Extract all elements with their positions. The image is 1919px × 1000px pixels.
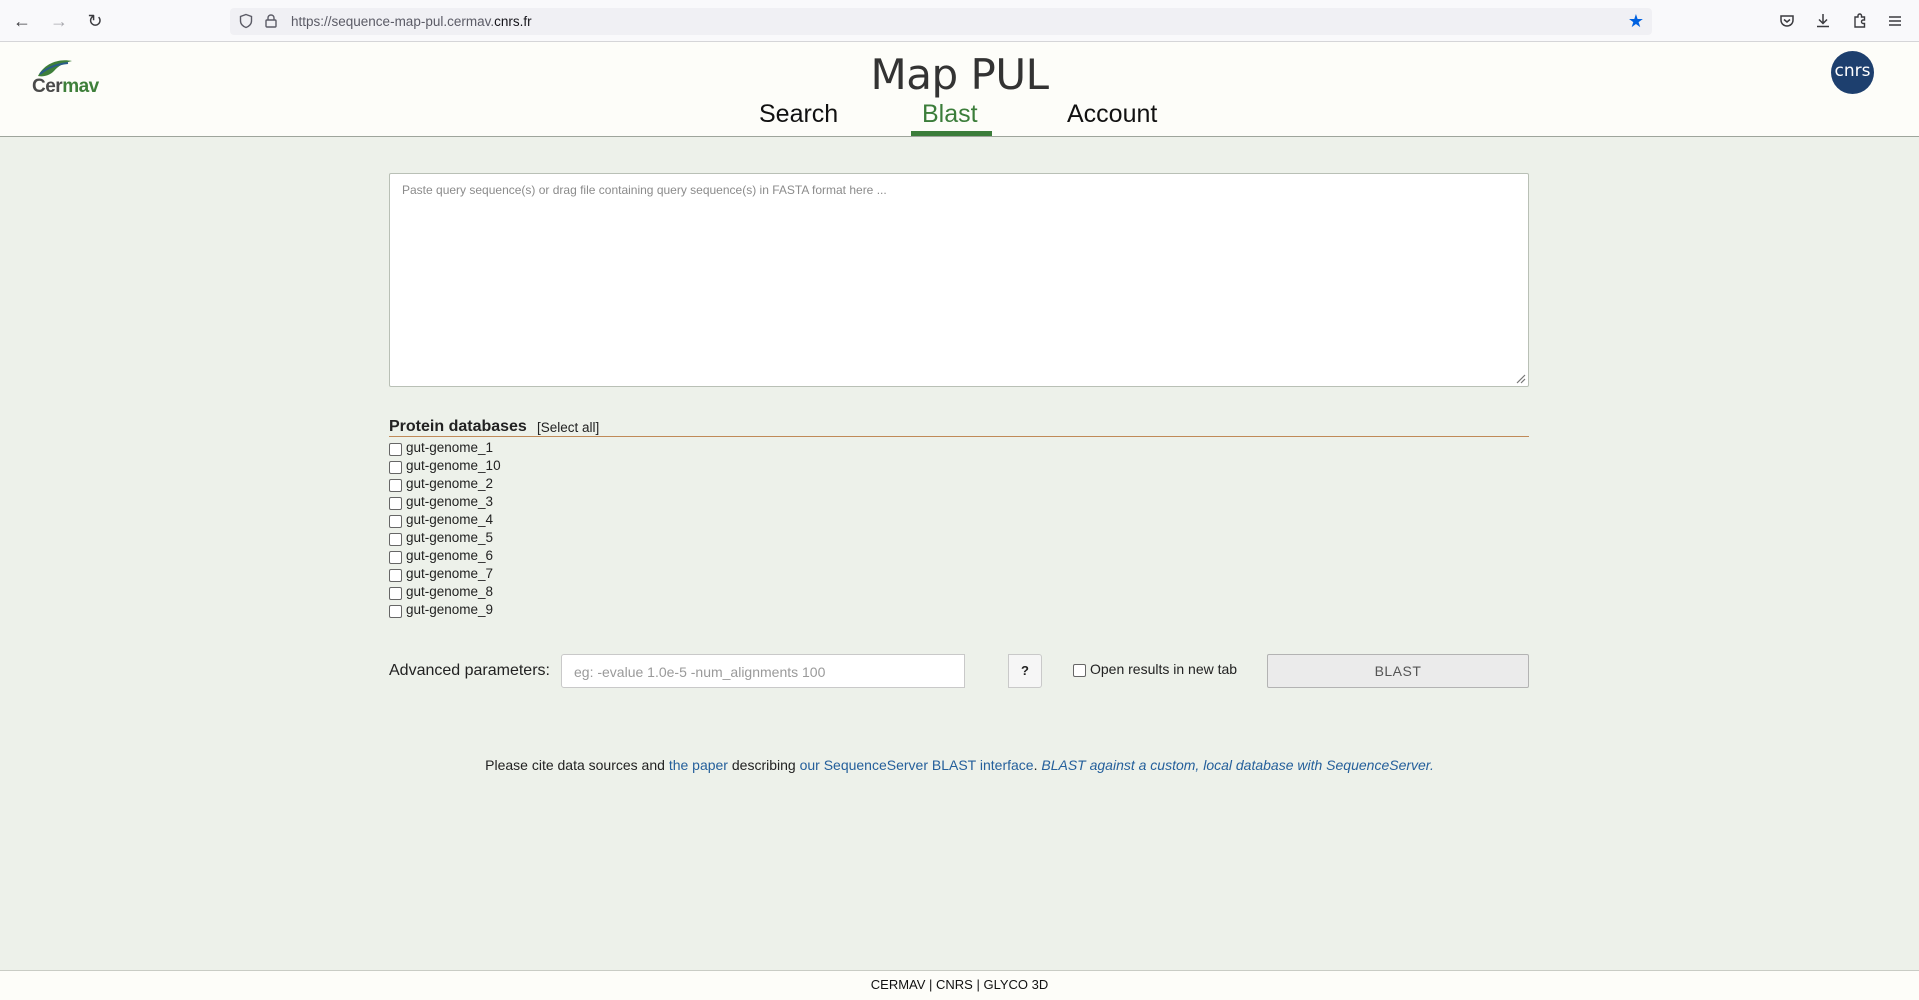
database-checkbox[interactable] xyxy=(389,479,402,492)
site-footer: CERMAV | CNRS | GLYCO 3D xyxy=(0,970,1919,1000)
tab-blast[interactable]: Blast xyxy=(922,100,978,129)
query-sequence-textarea[interactable]: Paste query sequence(s) or drag file con… xyxy=(389,173,1529,387)
footer-text: CERMAV | CNRS | GLYCO 3D xyxy=(870,977,1049,992)
extensions-icon[interactable] xyxy=(1850,11,1870,31)
forward-icon[interactable]: → xyxy=(49,11,69,31)
database-checkbox[interactable] xyxy=(389,461,402,474)
shield-icon[interactable] xyxy=(238,13,254,29)
back-icon[interactable]: ← xyxy=(12,11,32,31)
url-text: https://sequence-map-pul.cermav.cnrs.fr xyxy=(291,14,532,29)
database-checkbox[interactable] xyxy=(389,533,402,546)
select-all-link[interactable]: [Select all] xyxy=(537,420,599,435)
blast-button[interactable]: BLAST xyxy=(1267,654,1529,688)
advanced-parameters-label: Advanced parameters: xyxy=(389,662,550,679)
sequenceserver-link[interactable]: our SequenceServer BLAST interface xyxy=(800,757,1034,773)
bookmark-star-icon[interactable]: ★ xyxy=(1628,11,1644,31)
database-label: gut-genome_4 xyxy=(406,512,494,527)
advanced-parameters-input[interactable]: eg: -evalue 1.0e-5 -num_alignments 100 xyxy=(561,654,965,688)
address-bar[interactable]: https://sequence-map-pul.cermav.cnrs.fr … xyxy=(230,8,1652,35)
open-new-tab-label[interactable]: Open results in new tab xyxy=(1090,661,1237,677)
database-checkbox[interactable] xyxy=(389,497,402,510)
database-title: Protein databases xyxy=(389,418,527,435)
reload-icon[interactable]: ↻ xyxy=(85,11,105,31)
database-label: gut-genome_6 xyxy=(406,548,494,563)
active-tab-indicator xyxy=(911,131,992,136)
database-checkbox[interactable] xyxy=(389,515,402,528)
resize-grip-icon[interactable] xyxy=(1514,372,1526,384)
query-placeholder: Paste query sequence(s) or drag file con… xyxy=(402,183,887,197)
page-title: Map PUL xyxy=(870,50,1049,99)
advanced-parameters-placeholder: eg: -evalue 1.0e-5 -num_alignments 100 xyxy=(574,664,826,680)
cnrs-logo[interactable]: cnrs xyxy=(1831,51,1874,94)
downloads-icon[interactable] xyxy=(1813,11,1833,31)
database-label: gut-genome_7 xyxy=(406,566,494,581)
database-label: gut-genome_3 xyxy=(406,494,494,509)
cite-italic: BLAST against a custom, local database w… xyxy=(1041,757,1434,773)
citation-text: Please cite data sources and the paper d… xyxy=(0,757,1919,773)
database-label: gut-genome_10 xyxy=(406,458,501,473)
paper-link[interactable]: the paper xyxy=(669,757,728,773)
pocket-icon[interactable] xyxy=(1777,11,1797,31)
menu-icon[interactable] xyxy=(1885,11,1905,31)
database-label: gut-genome_2 xyxy=(406,476,494,491)
lock-icon[interactable] xyxy=(263,13,279,29)
database-label: gut-genome_9 xyxy=(406,602,494,617)
database-checkbox[interactable] xyxy=(389,587,402,600)
tab-account[interactable]: Account xyxy=(1067,100,1157,129)
url-prefix: https://sequence-map-pul.cermav. xyxy=(291,14,495,29)
url-domain: cnrs.fr xyxy=(494,14,532,29)
database-checkbox[interactable] xyxy=(389,605,402,618)
database-heading: Protein databases [Select all] xyxy=(389,417,1529,437)
cite-text-1: Please cite data sources and xyxy=(485,757,669,773)
cite-text-2: describing xyxy=(727,757,800,773)
database-checkbox[interactable] xyxy=(389,443,402,456)
database-checkbox[interactable] xyxy=(389,551,402,564)
site-header: Cermav Map PUL Search Blast Account cnrs xyxy=(0,42,1919,137)
advanced-help-button[interactable]: ? xyxy=(1008,654,1042,688)
open-new-tab-checkbox[interactable] xyxy=(1073,664,1086,677)
database-label: gut-genome_8 xyxy=(406,584,494,599)
database-label: gut-genome_5 xyxy=(406,530,494,545)
browser-toolbar: ← → ↻ https://sequence-map-pul.cermav.cn… xyxy=(0,0,1919,42)
database-label: gut-genome_1 xyxy=(406,440,494,455)
tab-search[interactable]: Search xyxy=(759,100,838,129)
database-checkbox[interactable] xyxy=(389,569,402,582)
